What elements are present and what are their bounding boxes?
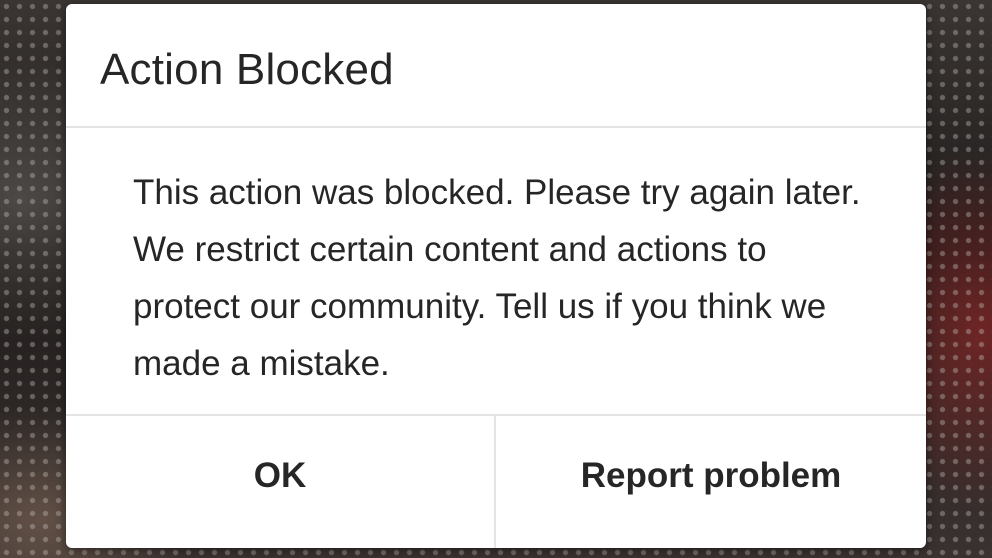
- ok-button[interactable]: OK: [66, 416, 494, 548]
- dialog-message: This action was blocked. Please try agai…: [133, 173, 861, 383]
- title-divider: [66, 126, 926, 128]
- dialog-button-row: OK Report problem: [66, 416, 926, 548]
- report-problem-button[interactable]: Report problem: [496, 416, 926, 548]
- dialog-title: Action Blocked: [100, 45, 394, 94]
- action-blocked-dialog: Action Blocked This action was blocked. …: [66, 4, 926, 548]
